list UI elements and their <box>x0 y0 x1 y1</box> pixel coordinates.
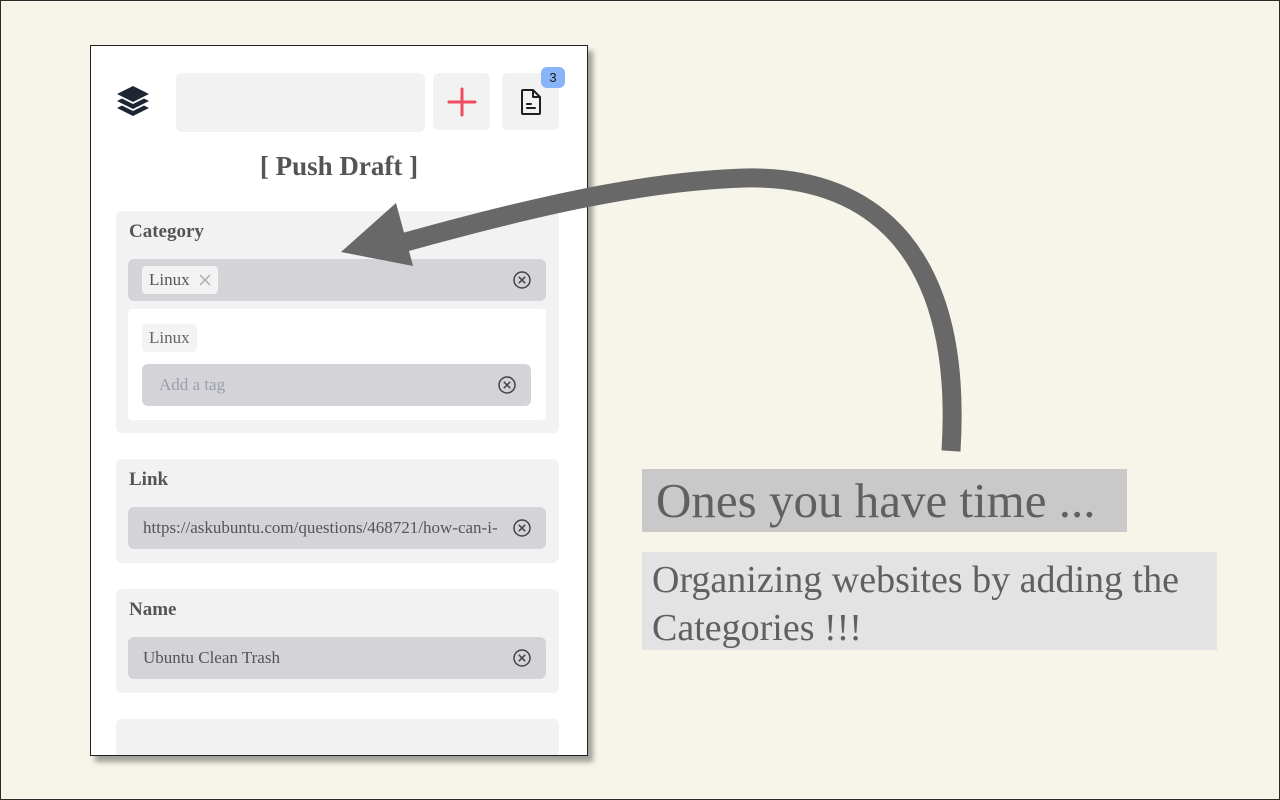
search-input[interactable] <box>176 73 425 132</box>
circle-x-icon[interactable] <box>512 648 532 668</box>
extension-popup: 3 [ Push Draft ] Category Linux Linux Ad… <box>90 45 588 756</box>
name-section: Name Ubuntu Clean Trash <box>116 589 559 693</box>
link-field[interactable]: https://askubuntu.com/questions/468721/h… <box>128 507 546 549</box>
link-label: Link <box>129 469 169 490</box>
category-dropdown: Linux <box>128 309 546 420</box>
add-tag-input[interactable] <box>157 374 481 396</box>
link-section: Link https://askubuntu.com/questions/468… <box>116 459 559 563</box>
caption-body: Organizing websites by adding the Catego… <box>642 552 1217 650</box>
add-button[interactable] <box>433 73 490 130</box>
category-label: Category <box>129 221 204 242</box>
selected-tag-chip: Linux <box>142 266 218 294</box>
page-title: [ Push Draft ] <box>259 151 419 181</box>
caption-heading: Ones you have time ... <box>642 469 1127 532</box>
selected-tag-label: Linux <box>149 270 190 289</box>
category-select[interactable]: Linux <box>128 259 546 301</box>
circle-x-icon[interactable] <box>512 270 532 290</box>
name-label: Name <box>129 599 177 620</box>
tag-input-field[interactable] <box>142 364 531 406</box>
next-section <box>116 719 559 755</box>
plus-icon <box>447 87 476 116</box>
circle-x-icon[interactable] <box>512 518 532 538</box>
stacked-layers-icon[interactable] <box>115 84 151 120</box>
document-icon <box>520 88 541 115</box>
popup-header: 3 <box>91 46 587 146</box>
link-value: https://askubuntu.com/questions/468721/h… <box>143 518 498 537</box>
category-section: Category Linux Linux <box>116 211 559 433</box>
name-value: Ubuntu Clean Trash <box>143 648 280 667</box>
x-icon[interactable] <box>199 274 211 286</box>
suggested-tag[interactable]: Linux <box>142 324 197 352</box>
notification-badge: 3 <box>541 67 565 88</box>
circle-x-icon[interactable] <box>497 375 517 395</box>
name-field[interactable]: Ubuntu Clean Trash <box>128 637 546 679</box>
